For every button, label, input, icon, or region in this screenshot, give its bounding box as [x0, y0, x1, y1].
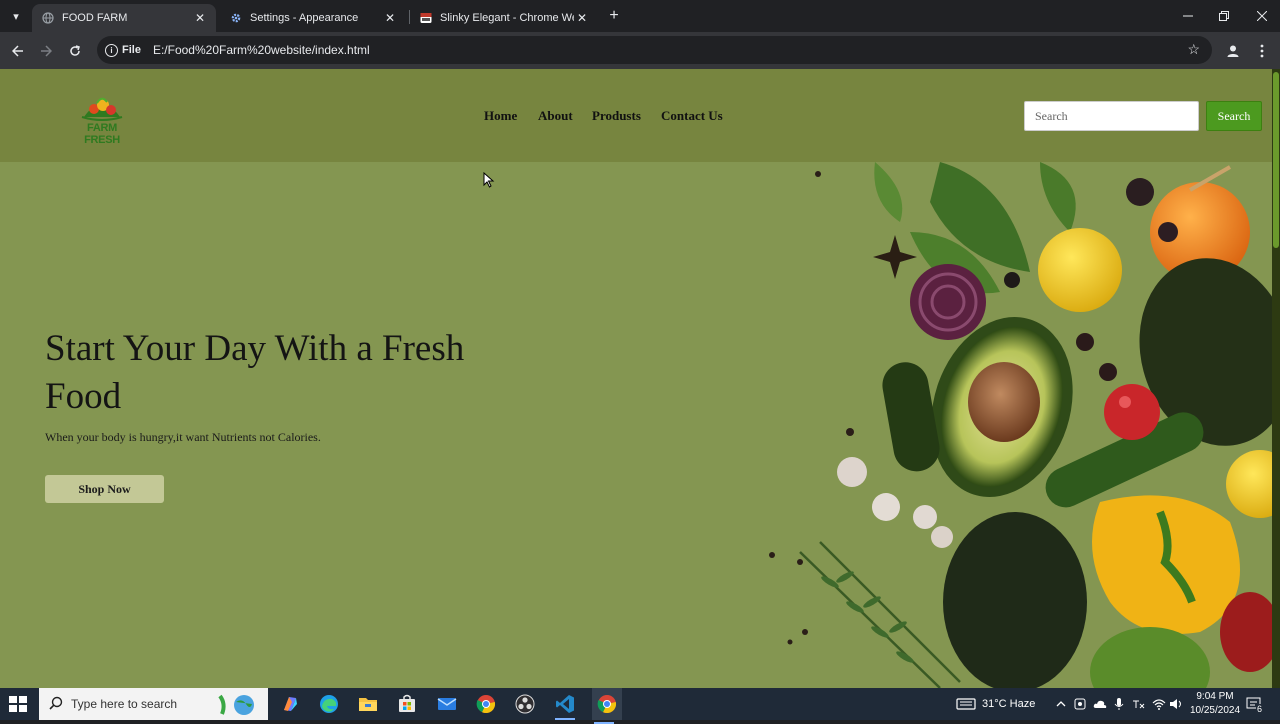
close-window-icon[interactable] [1244, 0, 1280, 32]
clock-time: 9:04 PM [1196, 691, 1234, 702]
nav-contact-us[interactable]: Contact Us [661, 108, 723, 124]
restore-icon[interactable] [1206, 0, 1242, 32]
windows-taskbar: Type here to search 31°C Haze 9:04 PM 10… [0, 688, 1280, 724]
theme-icon [420, 12, 432, 24]
site-info-chip[interactable]: i File [105, 43, 141, 57]
url-text[interactable]: E:/Food%20Farm%20website/index.html [153, 43, 370, 57]
chevron-up-icon [1056, 701, 1066, 707]
gear-icon [230, 12, 242, 24]
logo-text: FARM FRESH [84, 122, 120, 146]
volume-icon[interactable] [1169, 688, 1183, 720]
search-icon [49, 696, 63, 713]
kebab-menu-icon[interactable] [1251, 40, 1273, 62]
tab-search-chevron-icon[interactable]: ▾ [6, 6, 26, 26]
tab-strip: ▾ FOOD FARM ✕ Settings - Appearance ✕ Sl… [0, 0, 1280, 32]
hero-produce-image [769, 162, 1272, 688]
search-button[interactable]: Search [1206, 101, 1262, 131]
chrome-icon[interactable] [474, 692, 498, 716]
nav-products[interactable]: Produsts [592, 108, 641, 124]
vscode-icon[interactable] [553, 692, 577, 720]
browser-toolbar: i File E:/Food%20Farm%20website/index.ht… [0, 32, 1280, 69]
edge-icon[interactable] [317, 692, 341, 716]
file-explorer-icon[interactable] [356, 692, 380, 716]
reload-icon[interactable] [64, 40, 86, 62]
farm-fresh-logo[interactable]: FARM FRESH [70, 93, 134, 146]
system-clock[interactable]: 9:04 PM 10/25/2024 [1182, 690, 1248, 718]
wifi-icon[interactable] [1152, 688, 1166, 720]
tray-apps-icon[interactable] [1074, 688, 1086, 720]
forward-icon[interactable] [35, 40, 57, 62]
tab-title: Slinky Elegant - Chrome Web St [440, 12, 574, 24]
globe-icon [42, 12, 54, 24]
nav-about[interactable]: About [538, 108, 573, 124]
obs-studio-icon[interactable] [513, 692, 537, 716]
taskbar-search-box[interactable]: Type here to search [39, 688, 268, 720]
address-bar[interactable]: i File E:/Food%20Farm%20website/index.ht… [97, 36, 1212, 64]
tab-slinky-elegant[interactable]: Slinky Elegant - Chrome Web St ✕ [410, 4, 598, 32]
taskbar-search-placeholder: Type here to search [71, 697, 178, 711]
tab-food-farm[interactable]: FOOD FARM ✕ [32, 4, 216, 32]
minimize-icon[interactable] [1170, 0, 1206, 32]
bookmark-star-icon[interactable]: ☆ [1187, 41, 1200, 58]
hero-title: Start Your Day With a Fresh Food [45, 328, 465, 417]
tab-close-icon[interactable]: ✕ [192, 10, 208, 26]
chrome-active-icon[interactable] [592, 688, 622, 724]
site-info-label: File [122, 44, 141, 56]
tab-close-icon[interactable]: ✕ [574, 10, 590, 26]
weather-haze-icon [956, 698, 976, 710]
nav-home[interactable]: Home [484, 108, 517, 124]
search-highlight-globe-icon [218, 694, 254, 715]
new-tab-icon[interactable]: + [605, 7, 623, 25]
tab-settings-appearance[interactable]: Settings - Appearance ✕ [220, 4, 406, 32]
notifications-button[interactable]: 6 [1246, 688, 1264, 720]
info-icon: i [105, 43, 118, 57]
back-icon[interactable] [7, 40, 29, 62]
site-header: FARM FRESH Home About Produsts Contact U… [0, 69, 1272, 162]
tab-title: Settings - Appearance [250, 12, 359, 24]
profile-icon[interactable] [1222, 40, 1244, 62]
weather-text: 31°C Haze [982, 698, 1036, 710]
mouse-cursor-icon [483, 172, 495, 188]
weather-widget[interactable]: 31°C Haze [956, 688, 1035, 720]
tab-title: FOOD FARM [62, 12, 128, 24]
tab-close-icon[interactable]: ✕ [382, 10, 398, 26]
search-input[interactable] [1024, 101, 1199, 131]
notification-count: 6 [1256, 704, 1264, 714]
clock-date: 10/25/2024 [1189, 705, 1241, 716]
shop-now-button[interactable]: Shop Now [45, 475, 164, 503]
input-method-icon[interactable] [1131, 688, 1145, 720]
hero-subtitle: When your body is hungry,it want Nutrien… [45, 430, 321, 444]
show-hidden-icons[interactable] [1056, 688, 1066, 720]
mail-icon[interactable] [435, 692, 459, 716]
web-page: FARM FRESH Home About Produsts Contact U… [0, 69, 1272, 688]
windows-start-icon[interactable] [8, 695, 28, 713]
page-scrollbar-thumb[interactable] [1273, 72, 1279, 248]
copilot-icon[interactable] [278, 692, 302, 716]
microphone-icon[interactable] [1114, 688, 1124, 720]
onedrive-icon[interactable] [1093, 688, 1107, 720]
logo-produce-icon [81, 97, 123, 121]
microsoft-store-icon[interactable] [395, 692, 419, 716]
